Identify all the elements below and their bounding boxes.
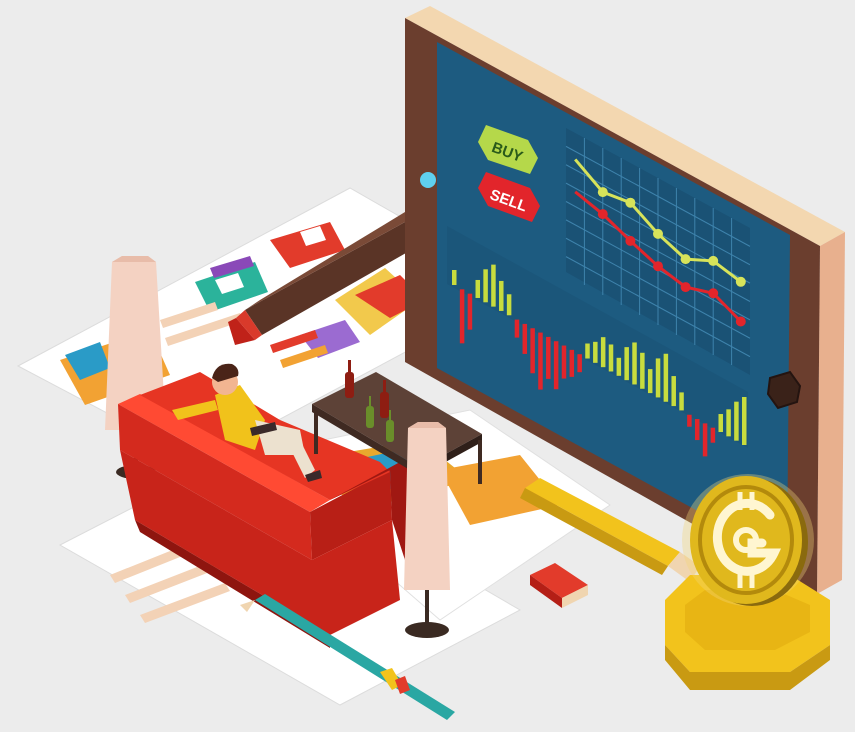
chart-point bbox=[735, 316, 746, 327]
volume-bar bbox=[600, 337, 606, 368]
volume-bar bbox=[624, 347, 629, 381]
volume-bar bbox=[710, 427, 716, 443]
volume-bar bbox=[569, 349, 575, 377]
volume-bar bbox=[726, 409, 731, 437]
volume-bar bbox=[687, 414, 692, 427]
volume-bar bbox=[561, 345, 567, 379]
volume-bar bbox=[694, 419, 700, 441]
eraser bbox=[530, 563, 588, 608]
volume-bar bbox=[467, 293, 473, 330]
volume-bar bbox=[640, 352, 645, 389]
volume-bar bbox=[663, 353, 669, 402]
volume-bar bbox=[546, 336, 551, 379]
volume-bar bbox=[553, 341, 559, 390]
volume-bar bbox=[506, 294, 512, 316]
chart-point bbox=[680, 254, 691, 265]
volume-bar bbox=[679, 392, 684, 411]
volume-bar bbox=[647, 369, 653, 394]
volume-bar bbox=[702, 423, 708, 457]
volume-bar bbox=[483, 269, 488, 303]
chart-point bbox=[708, 255, 719, 266]
chart-point bbox=[653, 228, 663, 239]
volume-bar bbox=[718, 414, 723, 433]
volume-bar bbox=[671, 376, 676, 407]
chart-point bbox=[735, 276, 746, 287]
volume-bar bbox=[491, 264, 496, 307]
crypto-coin-g-icon bbox=[682, 474, 814, 606]
volume-bar bbox=[577, 354, 582, 373]
volume-bar bbox=[734, 401, 739, 441]
volume-bar bbox=[655, 358, 661, 398]
volume-bar bbox=[475, 279, 481, 298]
volume-bar bbox=[459, 289, 465, 344]
tablet-camera-icon bbox=[420, 172, 436, 188]
volume-bar bbox=[585, 343, 590, 359]
crypto-trading-illustration: BUY SELL bbox=[16, 6, 845, 720]
volume-bar bbox=[514, 319, 520, 338]
volume-bar bbox=[593, 341, 598, 363]
volume-bar bbox=[742, 397, 747, 445]
chart-point bbox=[653, 261, 663, 272]
volume-bar bbox=[530, 328, 535, 374]
chart-point bbox=[708, 288, 719, 299]
volume-bar bbox=[608, 344, 614, 372]
chart-point bbox=[625, 235, 636, 246]
volume-bar bbox=[522, 323, 528, 354]
volume-bar bbox=[452, 270, 457, 285]
chart-point bbox=[680, 282, 691, 293]
volume-bar bbox=[499, 280, 504, 311]
volume-bar bbox=[538, 332, 543, 390]
chart-point bbox=[625, 197, 636, 208]
chart-point bbox=[597, 187, 608, 198]
volume-bar bbox=[632, 342, 637, 385]
chart-point bbox=[597, 209, 608, 220]
volume-bar bbox=[616, 357, 622, 376]
